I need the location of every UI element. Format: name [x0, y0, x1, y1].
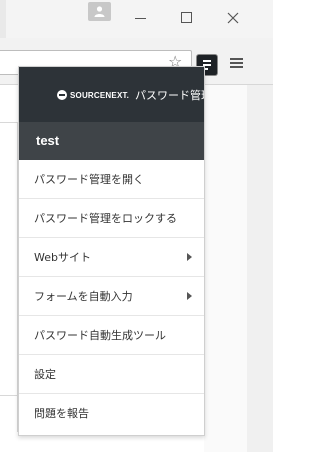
- submenu-arrow-icon: [187, 253, 192, 261]
- menu-item-report-problem[interactable]: 問題を報告: [19, 394, 204, 433]
- submenu-arrow-icon: [187, 292, 192, 300]
- user-bar: test: [19, 122, 204, 160]
- menu-item-settings[interactable]: 設定: [19, 355, 204, 394]
- menu-item-label: パスワード管理をロックする: [34, 212, 177, 225]
- browser-menu-icon[interactable]: [230, 56, 244, 70]
- popup-menu: パスワード管理を開く パスワード管理をロックする Webサイト フォームを自動入…: [19, 160, 204, 433]
- menu-item-label: 設定: [34, 368, 56, 381]
- menu-item-label: パスワード管理を開く: [34, 173, 144, 186]
- menu-item-password-generator[interactable]: パスワード自動生成ツール: [19, 316, 204, 355]
- menu-item-websites[interactable]: Webサイト: [19, 238, 204, 277]
- maximize-button[interactable]: [177, 8, 197, 28]
- window-titlebar: [0, 0, 273, 38]
- popup-header: SOURCENEXT. パスワード管理: [19, 67, 205, 122]
- close-icon: [227, 12, 239, 24]
- tab-strip: [0, 0, 6, 38]
- person-icon: [94, 6, 105, 17]
- menu-item-label: 問題を報告: [34, 407, 89, 420]
- menu-item-label: Webサイト: [34, 251, 91, 264]
- menu-item-label: パスワード自動生成ツール: [34, 329, 166, 342]
- brand-logo-mark: [57, 90, 67, 100]
- product-name: パスワード管理: [135, 89, 205, 102]
- page-divider: [0, 122, 18, 123]
- brand-logo-text: SOURCENEXT.: [70, 90, 130, 100]
- user-name: test: [36, 133, 60, 148]
- menu-item-label: フォームを自動入力: [34, 290, 133, 303]
- page-content-side: [247, 85, 273, 452]
- close-button[interactable]: [223, 8, 243, 28]
- menu-item-lock-manager[interactable]: パスワード管理をロックする: [19, 199, 204, 238]
- page-divider: [0, 395, 18, 396]
- profile-button[interactable]: [88, 2, 111, 21]
- password-manager-popup: SOURCENEXT. パスワード管理 test パスワード管理を開く パスワー…: [18, 66, 205, 436]
- brand-logo: SOURCENEXT.: [57, 89, 129, 101]
- minimize-button[interactable]: [131, 8, 151, 28]
- menu-item-autofill-form[interactable]: フォームを自動入力: [19, 277, 204, 316]
- menu-item-open-manager[interactable]: パスワード管理を開く: [19, 160, 204, 199]
